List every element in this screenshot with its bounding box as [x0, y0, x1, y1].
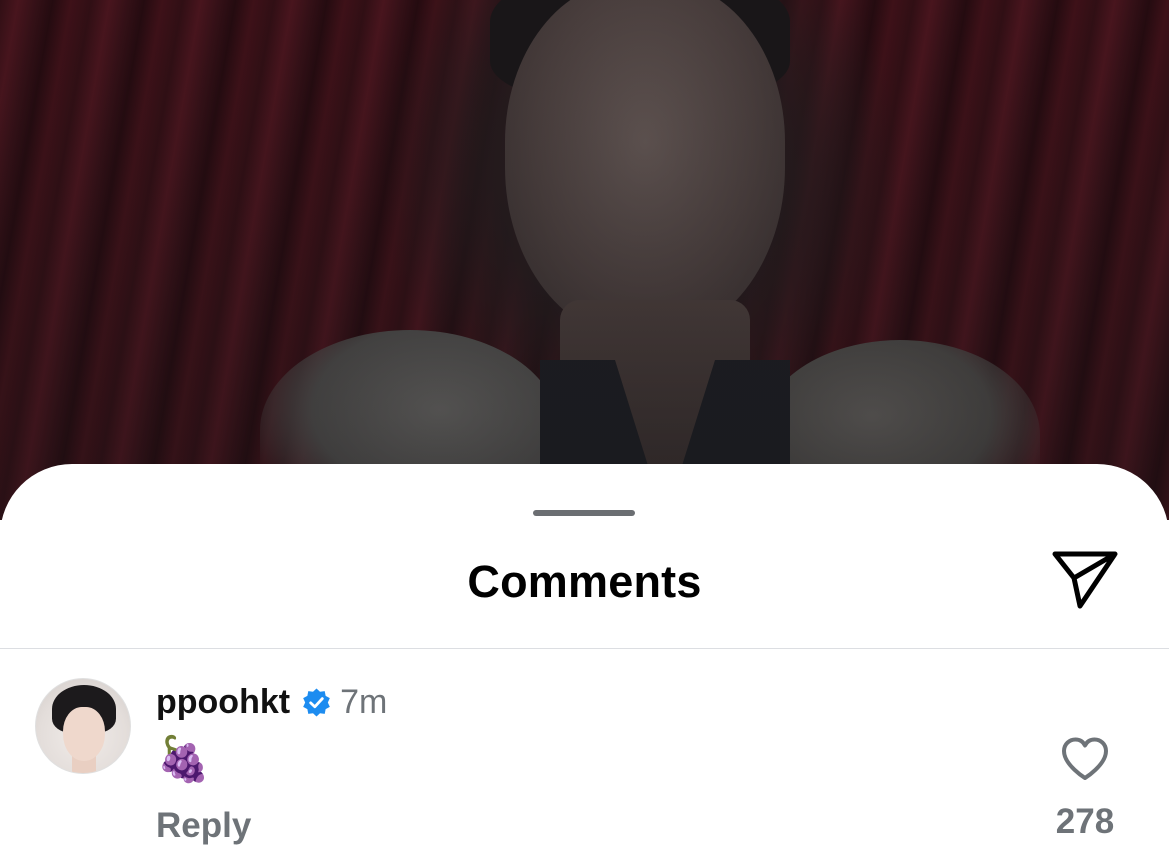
comment-username[interactable]: ppoohkt [156, 683, 290, 722]
sheet-title: Comments [467, 556, 702, 607]
comment-header: ppoohkt 7m [156, 680, 387, 724]
comment-item: ppoohkt 7m 🍇 Reply [0, 672, 1169, 865]
like-count: 278 [1055, 802, 1115, 841]
comments-sheet: Comments ppoohkt 7m 🍇 Reply 278 [0, 464, 1169, 865]
reply-button[interactable]: Reply [156, 806, 251, 846]
like-button[interactable] [1058, 734, 1112, 784]
verified-badge-icon [301, 687, 332, 718]
sheet-drag-handle[interactable] [533, 510, 635, 516]
dim-overlay [0, 0, 1169, 520]
share-button[interactable] [1048, 548, 1122, 612]
comment-timestamp: 7m [340, 682, 388, 721]
header-divider [0, 648, 1169, 649]
heart-icon [1062, 737, 1108, 780]
screen: Comments ppoohkt 7m 🍇 Reply 278 [0, 0, 1169, 865]
comment-text: 🍇 [156, 734, 211, 785]
send-icon [1052, 551, 1118, 609]
avatar[interactable] [35, 678, 131, 774]
background-video-frame[interactable] [0, 0, 1169, 530]
